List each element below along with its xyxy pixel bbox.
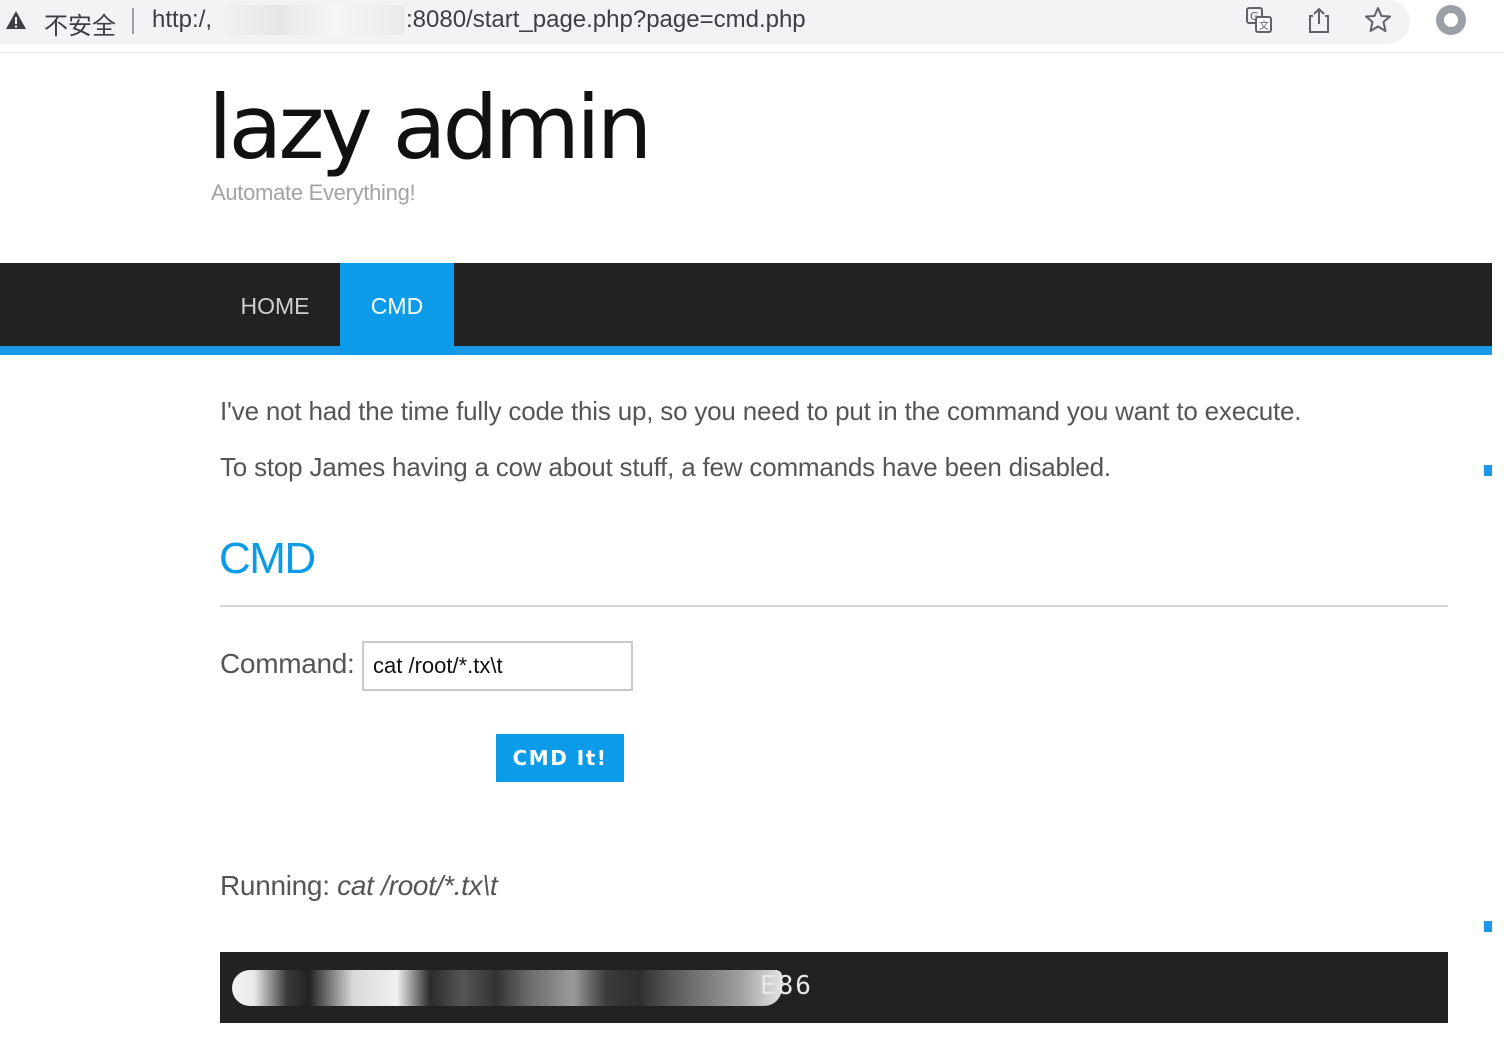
running-command: cat /root/*.tx\t [337,870,498,901]
running-label: Running: [220,870,330,901]
running-line: Running: cat /root/*.tx\t [220,870,498,902]
url-redaction [225,5,405,35]
security-label[interactable]: 不安全 [44,6,116,41]
command-input[interactable] [362,641,633,691]
page-edge-marker-lower [1484,921,1492,932]
intro-paragraph: I've not had the time fully code this up… [220,396,1302,426]
page-edge-marker [1484,465,1492,476]
url-text[interactable]: :8080/start_page.php?page=cmd.php [406,6,806,34]
address-bar[interactable]: 不安全 http:/, :8080/start_page.php?page=cm… [0,0,1410,44]
disabled-notice-paragraph: To stop James having a cow about stuff, … [220,452,1111,482]
url-text-prefix[interactable]: http:/, [152,6,212,34]
svg-text:文: 文 [1259,19,1269,32]
profile-icon[interactable] [1435,4,1467,36]
section-title: CMD [219,534,316,583]
cmd-it-button[interactable]: CMD It! [496,734,624,782]
browser-toolbar: 不安全 http:/, :8080/start_page.php?page=cm… [0,0,1504,53]
main-navbar: HOME CMD [0,263,1492,355]
nav-cmd[interactable]: CMD [340,263,454,355]
share-icon[interactable] [1303,4,1335,36]
site-tagline: Automate Everything! [211,180,416,205]
site-title: lazy admin [208,76,652,179]
translate-icon[interactable]: G文 [1243,4,1275,36]
section-divider [220,605,1448,607]
command-label: Command: [220,648,355,679]
output-redaction [232,970,782,1006]
output-text: E86 [760,971,813,1001]
address-divider [132,8,134,34]
warning-icon[interactable] [4,8,28,32]
command-output: E86 [220,952,1448,1023]
nav-home[interactable]: HOME [224,263,326,346]
bookmark-star-icon[interactable] [1362,4,1394,36]
